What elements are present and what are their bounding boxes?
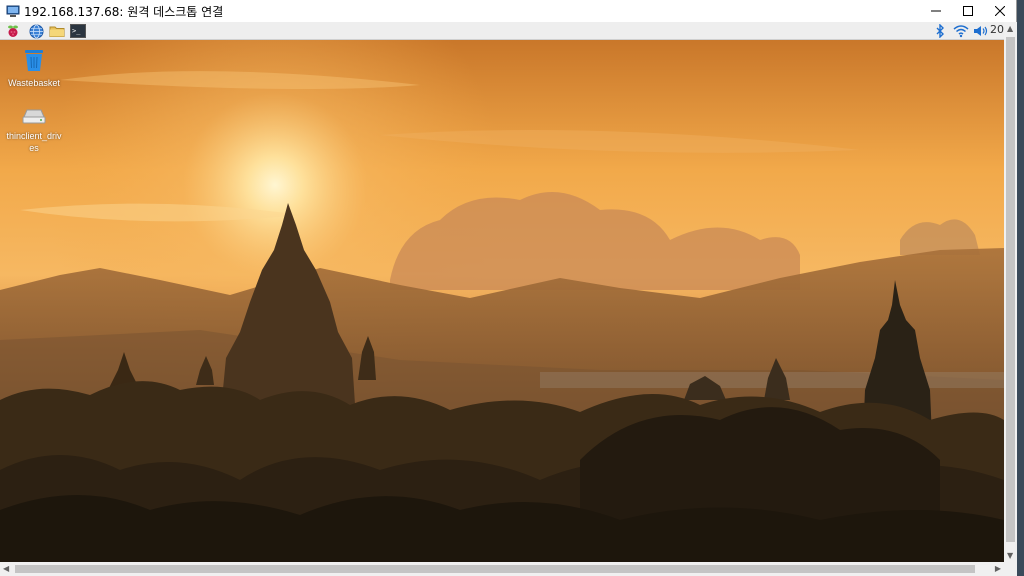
scroll-down-icon[interactable]: ▼: [1007, 551, 1013, 560]
raspberry-menu-icon[interactable]: [5, 23, 21, 39]
remote-desktop-icon: [6, 5, 20, 17]
terminal-icon[interactable]: >_: [70, 23, 86, 39]
desktop-icon-thinclient-drives[interactable]: thinclient_drives: [4, 106, 64, 154]
minimize-icon: [931, 10, 941, 12]
scroll-right-icon[interactable]: ▶: [995, 564, 1001, 573]
maximize-icon: [963, 6, 973, 16]
file-manager-icon[interactable]: [49, 23, 65, 39]
web-browser-icon[interactable]: [28, 23, 44, 39]
desktop[interactable]: Wastebasket thinclient_drives: [0, 40, 1004, 562]
minimize-button[interactable]: [920, 0, 952, 22]
horizontal-scroll-thumb[interactable]: [15, 565, 975, 573]
vertical-scroll-thumb[interactable]: [1006, 37, 1015, 542]
svg-text:>_: >_: [72, 27, 81, 35]
desktop-icon-wastebasket[interactable]: Wastebasket: [4, 47, 64, 89]
desktop-icon-label: thinclient_drives: [6, 131, 62, 153]
scroll-left-icon[interactable]: ◀: [3, 564, 9, 573]
taskbar-panel: >_ 20: [0, 22, 1004, 40]
maximize-button[interactable]: [952, 0, 984, 22]
rdp-window: 192.168.137.68: 원격 데스크톱 연결 >_ 20 Wasteba…: [0, 0, 1017, 576]
scroll-up-icon[interactable]: ▲: [1007, 24, 1013, 33]
volume-icon[interactable]: [973, 23, 989, 39]
close-icon: [995, 6, 1005, 16]
close-button[interactable]: [984, 0, 1016, 22]
wallpaper: [0, 40, 1004, 562]
bluetooth-icon[interactable]: [932, 23, 948, 39]
scrollbar-corner: [1004, 562, 1017, 576]
remote-session[interactable]: >_ 20 Wastebasket thinclient_drives: [0, 22, 1004, 562]
title-bar[interactable]: 192.168.137.68: 원격 데스크톱 연결: [0, 0, 1016, 22]
window-title: 192.168.137.68: 원격 데스크톱 연결: [24, 4, 224, 19]
horizontal-scrollbar[interactable]: ◀ ▶: [0, 562, 1004, 576]
host-desktop-edge: [1017, 0, 1024, 576]
wastebasket-icon: [25, 50, 43, 71]
drive-icon: [22, 109, 46, 124]
vertical-scrollbar[interactable]: ▲ ▼: [1004, 22, 1017, 562]
clock[interactable]: 20: [990, 23, 1004, 36]
wifi-icon[interactable]: [953, 23, 969, 39]
desktop-icon-label: Wastebasket: [8, 78, 60, 88]
